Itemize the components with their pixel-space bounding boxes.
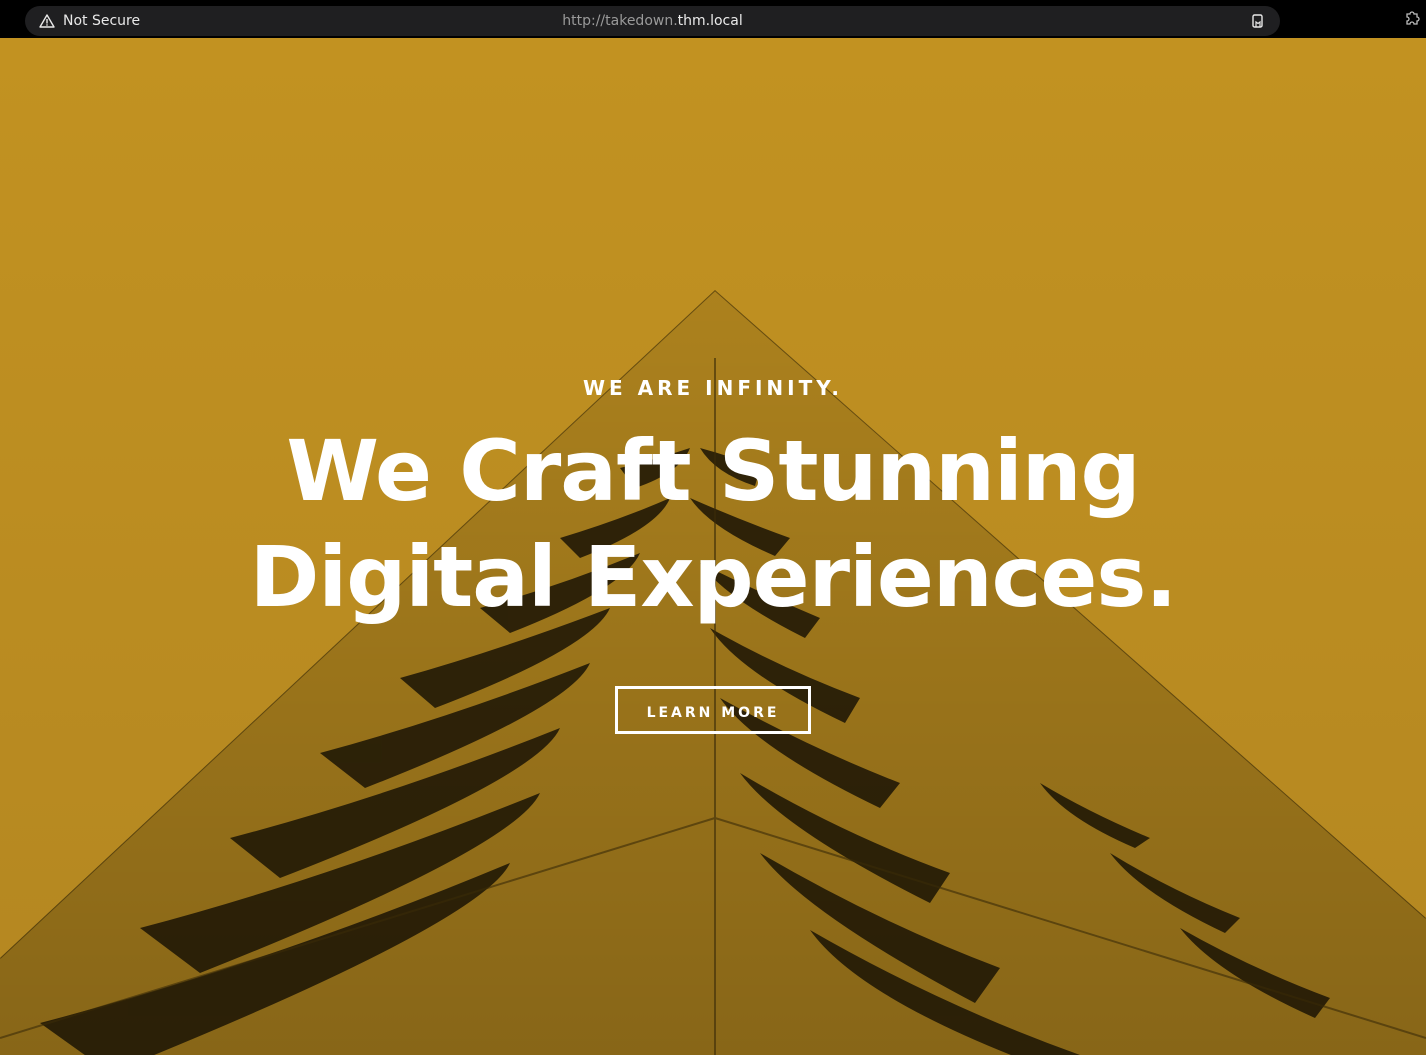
- address-bar[interactable]: Not Secure http://takedown.thm.local: [25, 6, 1280, 36]
- headline-line-2: Digital Experiences.: [249, 528, 1178, 626]
- hero-headline: We Craft Stunning Digital Experiences.: [0, 418, 1426, 630]
- learn-more-button[interactable]: LEARN MORE: [614, 686, 812, 734]
- url-domain: thm.local: [677, 13, 743, 29]
- url-prefix: http://takedown.: [562, 13, 678, 29]
- hero-section: WE ARE INFINITY. We Craft Stunning Digit…: [0, 38, 1426, 1055]
- hero-content: WE ARE INFINITY. We Craft Stunning Digit…: [0, 374, 1426, 734]
- extension-puzzle-icon[interactable]: [1404, 8, 1422, 26]
- browser-chrome: Not Secure http://takedown.thm.local: [0, 0, 1426, 38]
- url-text[interactable]: http://takedown.thm.local: [25, 13, 1280, 29]
- headline-line-1: We Craft Stunning: [286, 422, 1140, 520]
- reader-mode-icon[interactable]: [1250, 13, 1266, 29]
- hero-kicker: WE ARE INFINITY.: [582, 376, 844, 400]
